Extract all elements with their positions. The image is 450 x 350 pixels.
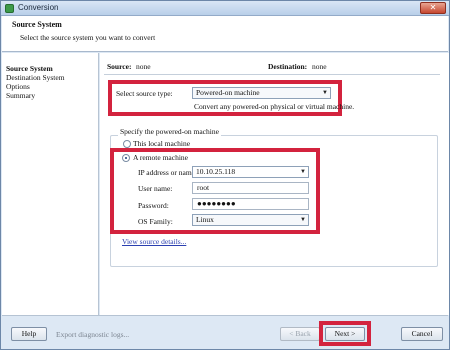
machine-group-label: Specify the powered-on machine (118, 127, 221, 136)
user-name-label: User name: (138, 184, 173, 193)
ip-address-combobox[interactable]: 10.10.25.118 ▼ (192, 166, 309, 178)
ip-label: IP address or name: (138, 168, 198, 177)
user-name-field[interactable]: root (192, 182, 309, 194)
help-button[interactable]: Help (11, 327, 47, 341)
wizard-footer: Help Export diagnostic logs... < Back Ne… (2, 315, 448, 349)
page-header: Source System Select the source system y… (2, 16, 448, 52)
window-title: Conversion (18, 3, 59, 12)
destination-value: none (312, 62, 327, 71)
source-value: none (136, 62, 151, 71)
main-panel: Source: none Destination: none Select so… (100, 53, 449, 315)
converter-app-icon (5, 4, 14, 13)
os-family-value: Linux (196, 215, 214, 224)
page-title: Source System (12, 20, 62, 29)
close-icon[interactable]: ✕ (420, 2, 446, 14)
source-type-value: Powered-on machine (196, 88, 260, 97)
page-subtitle: Select the source system you want to con… (20, 33, 156, 42)
sidebar-item-options[interactable]: Options (6, 82, 30, 91)
divider (104, 74, 440, 75)
title-bar: Conversion ✕ (1, 1, 449, 16)
source-type-label: Select source type: (116, 89, 173, 98)
chevron-down-icon: ▼ (300, 169, 306, 175)
wizard-steps-sidebar: Source System Destination System Options… (2, 53, 99, 315)
export-diagnostic-logs-link[interactable]: Export diagnostic logs... (56, 330, 129, 339)
radio-remote-machine-label[interactable]: A remote machine (133, 153, 188, 162)
password-field[interactable]: ●●●●●●●● (192, 198, 309, 210)
back-button[interactable]: < Back (280, 327, 320, 341)
chevron-down-icon: ▼ (322, 90, 328, 96)
source-type-select[interactable]: Powered-on machine ▼ (192, 87, 331, 99)
chevron-down-icon: ▼ (300, 217, 306, 223)
radio-local-machine[interactable] (123, 140, 131, 148)
os-family-select[interactable]: Linux ▼ (192, 214, 309, 226)
user-name-value: root (197, 183, 210, 192)
radio-local-machine-label[interactable]: This local machine (133, 139, 190, 148)
password-mask: ●●●●●●●● (197, 199, 236, 208)
destination-label: Destination: (268, 62, 308, 71)
password-label: Password: (138, 201, 169, 210)
sidebar-item-source-system[interactable]: Source System (6, 64, 53, 73)
conversion-window: Conversion ✕ Source System Select the so… (0, 0, 450, 350)
cancel-button[interactable]: Cancel (401, 327, 443, 341)
next-button[interactable]: Next > (325, 327, 365, 341)
radio-remote-machine[interactable] (122, 154, 130, 162)
view-source-details-link[interactable]: View source details... (122, 237, 186, 246)
ip-address-value: 10.10.25.118 (196, 167, 236, 176)
sidebar-item-destination-system[interactable]: Destination System (6, 73, 65, 82)
source-label: Source: (107, 62, 132, 71)
sidebar-item-summary[interactable]: Summary (6, 91, 35, 100)
os-family-label: OS Family: (138, 217, 173, 226)
source-type-description: Convert any powered-on physical or virtu… (194, 102, 355, 111)
